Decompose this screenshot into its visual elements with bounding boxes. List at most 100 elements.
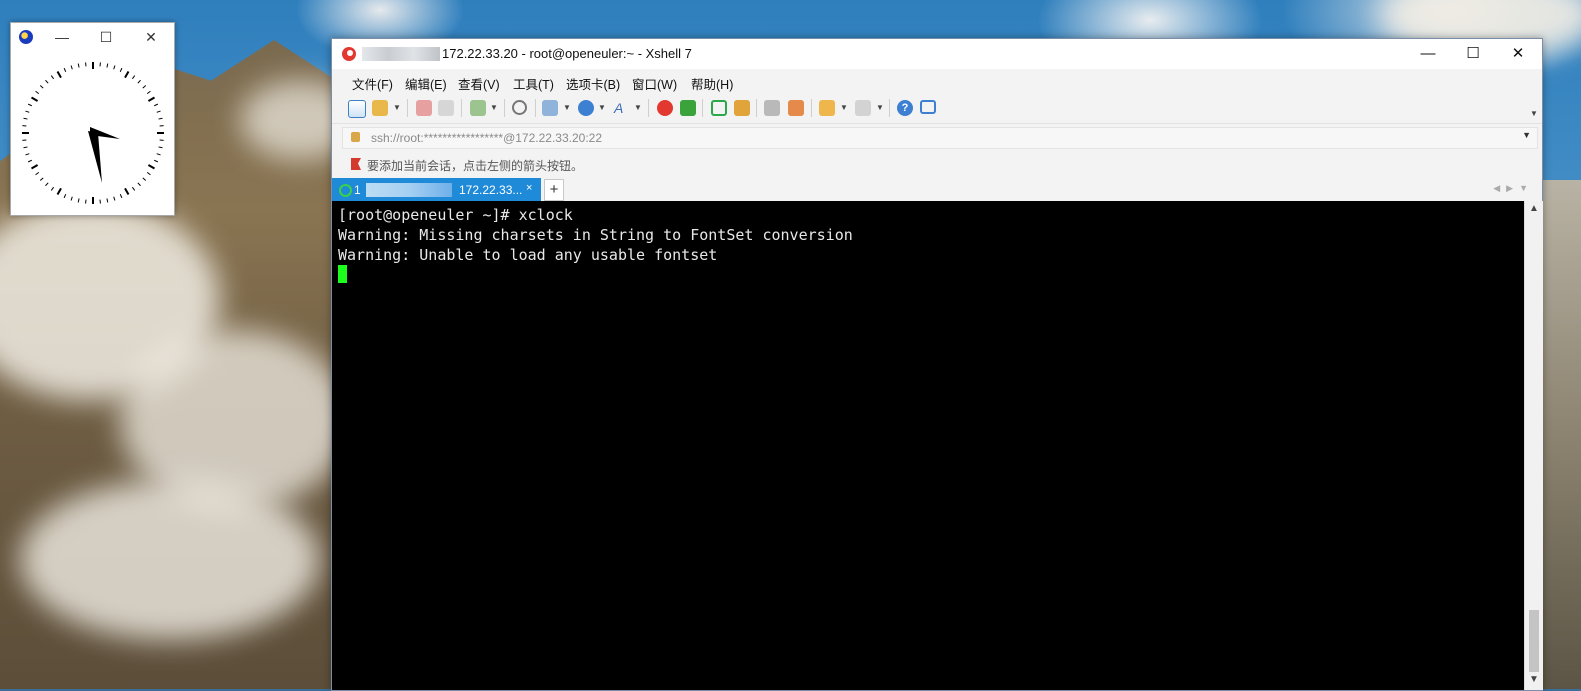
fullscreen-icon[interactable]	[711, 100, 727, 116]
clock-tick	[107, 199, 108, 203]
maximize-button[interactable]: ☐	[1450, 39, 1496, 69]
terminal-line: Warning: Unable to load any usable fonts…	[338, 246, 717, 264]
clock-tick	[107, 64, 108, 68]
address-text[interactable]: ssh://root:*****************@172.22.33.2…	[371, 131, 602, 145]
menu-tools[interactable]: 工具(T)	[513, 74, 554, 93]
xshell-window[interactable]: 172.22.33.20 - root@openeuler:~ - Xshell…	[331, 38, 1543, 691]
clock-tick	[147, 91, 150, 93]
chat-icon[interactable]	[920, 100, 936, 114]
menu-help[interactable]: 帮助(H)	[691, 74, 733, 93]
menu-view[interactable]: 查看(V)	[458, 74, 500, 93]
disconnect-icon[interactable]	[438, 100, 454, 116]
clock-tick	[40, 85, 43, 88]
maximize-button[interactable]: ☐	[95, 27, 117, 47]
toolbar-separator	[407, 99, 408, 117]
scroll-down-icon[interactable]: ▼	[1525, 674, 1543, 688]
clock-tick	[40, 178, 43, 181]
globe-icon[interactable]	[578, 100, 594, 116]
minimize-button[interactable]: —	[51, 27, 73, 47]
lock-icon[interactable]	[734, 100, 750, 116]
tab-nav-arrows-icon[interactable]: ◀▶▼	[1493, 183, 1534, 194]
chevron-down-icon[interactable]: ▼	[393, 103, 401, 112]
clock-tick	[25, 111, 29, 112]
hint-bar: 要添加当前会话，点击左侧的箭头按钮。	[332, 150, 1542, 178]
clock-tick	[125, 188, 129, 194]
chevron-down-icon[interactable]: ▼	[598, 103, 606, 112]
chevron-down-icon[interactable]: ▼	[876, 103, 884, 112]
add-session-arrow-icon[interactable]	[351, 158, 361, 170]
clock-tick	[28, 160, 32, 162]
session-properties-icon[interactable]	[470, 100, 486, 116]
chevron-down-icon[interactable]: ▼	[1522, 130, 1531, 140]
clock-tick	[159, 147, 163, 148]
chevron-down-icon[interactable]: ▼	[490, 103, 498, 112]
tab-label: 172.22.33...	[459, 183, 522, 197]
clock-face	[20, 59, 166, 207]
xftp-icon[interactable]	[680, 100, 696, 116]
toolbar-separator	[461, 99, 462, 117]
minute-hand	[88, 131, 102, 183]
clock-tick	[24, 118, 28, 119]
tab-session[interactable]: 1 172.22.33... ×	[332, 178, 541, 202]
terminal[interactable]: [root@openeuler ~]# xclock Warning: Miss…	[332, 201, 1524, 690]
menu-file[interactable]: 文件(F)	[352, 74, 393, 93]
clock-tick	[45, 80, 48, 83]
add-tab-button[interactable]: +	[544, 179, 564, 201]
chevron-down-icon[interactable]: ▼	[634, 103, 642, 112]
clock-tick	[64, 68, 66, 72]
chevron-down-icon[interactable]: ▼	[840, 103, 848, 112]
highlight-icon[interactable]	[788, 100, 804, 116]
close-button[interactable]: ✕	[1495, 39, 1541, 69]
minimize-button[interactable]: —	[1405, 39, 1451, 69]
xclock-app-icon	[19, 30, 33, 44]
hint-text: 要添加当前会话，点击左侧的箭头按钮。	[367, 157, 583, 174]
clock-tick	[28, 104, 32, 106]
clock-tick	[24, 147, 28, 148]
keyboard-icon[interactable]	[764, 100, 780, 116]
connect-icon[interactable]	[416, 100, 432, 116]
new-session-icon[interactable]	[348, 100, 366, 118]
title-bar[interactable]: 172.22.33.20 - root@openeuler:~ - Xshell…	[332, 39, 1542, 69]
terminal-line: [root@openeuler ~]# xclock	[338, 206, 573, 224]
clock-tick	[51, 76, 53, 79]
clock-tick	[138, 183, 141, 186]
clock-tick	[114, 65, 115, 69]
clock-tick	[71, 65, 72, 69]
clock-tick	[132, 76, 134, 79]
menu-tabs[interactable]: 选项卡(B)	[566, 74, 620, 93]
scroll-up-icon[interactable]: ▲	[1525, 203, 1543, 217]
toolbar-separator	[702, 99, 703, 117]
redacted-tab-name	[366, 183, 452, 197]
clock-tick	[138, 80, 141, 83]
open-folder-icon[interactable]	[372, 100, 388, 116]
menu-edit[interactable]: 编辑(E)	[405, 74, 447, 93]
help-icon[interactable]: ?	[897, 100, 913, 116]
font-icon[interactable]: A	[614, 100, 630, 116]
clock-tick	[157, 154, 161, 155]
address-bar[interactable]: ssh://root:*****************@172.22.33.2…	[332, 124, 1542, 150]
clock-tick	[132, 187, 134, 190]
vertical-scrollbar[interactable]: ▲ ▼	[1524, 201, 1543, 690]
address-box[interactable]: ssh://root:*****************@172.22.33.2…	[342, 127, 1538, 149]
scroll-thumb[interactable]	[1529, 610, 1539, 672]
search-icon[interactable]	[512, 100, 527, 115]
clock-tick	[120, 194, 122, 198]
xclock-window[interactable]: — ☐ ✕	[10, 22, 175, 216]
clock-tick	[71, 197, 72, 201]
close-button[interactable]: ✕	[140, 27, 162, 47]
add-folder-icon[interactable]	[819, 100, 835, 116]
clock-tick	[64, 194, 66, 198]
toolbar-overflow-icon[interactable]: ▼	[1530, 109, 1538, 118]
xclock-titlebar[interactable]: — ☐ ✕	[11, 23, 174, 51]
redacted-host-name	[362, 47, 440, 61]
copy-icon[interactable]	[542, 100, 558, 116]
clock-tick	[157, 111, 161, 112]
layout-icon[interactable]	[855, 100, 871, 116]
clock-tick	[58, 188, 62, 194]
xshell-icon[interactable]	[657, 100, 673, 116]
clock-tick	[32, 98, 38, 102]
menu-window[interactable]: 窗口(W)	[632, 74, 677, 93]
tab-close-icon[interactable]: ×	[526, 182, 532, 194]
clock-tick	[147, 172, 150, 174]
chevron-down-icon[interactable]: ▼	[563, 103, 571, 112]
